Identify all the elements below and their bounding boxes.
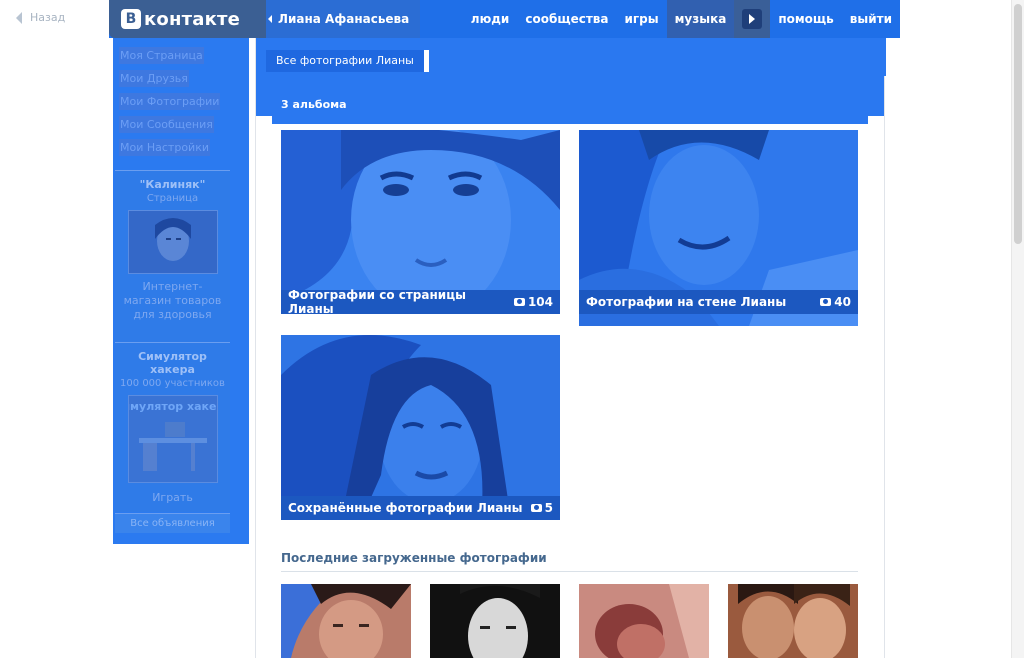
latest-photo[interactable]	[430, 584, 560, 658]
ad-title: Симулятор хакера	[138, 350, 207, 376]
camera-icon	[530, 504, 542, 512]
sidebar-item-settings[interactable]: Мои Настройки	[113, 136, 249, 159]
play-icon	[749, 14, 756, 24]
latest-photos-header: Последние загруженные фотографии	[281, 551, 858, 572]
sidebar-item-label: Мои Друзья	[119, 70, 189, 87]
camera-icon	[820, 298, 832, 306]
back-label: Назад	[30, 11, 66, 24]
sidebar-item-label: Мои Сообщения	[119, 116, 214, 133]
tabs-bar: Все фотографии Лианы	[256, 38, 886, 76]
ad-block-kalinyak[interactable]: "Калиняк" Страница Интернет-магазин това…	[115, 170, 230, 342]
nav-communities[interactable]: сообщества	[517, 0, 616, 38]
album-count: 104	[527, 295, 553, 309]
nav-games[interactable]: игры	[617, 0, 667, 38]
album-saved-photos[interactable]: Сохранённые фотографии Лианы 5	[281, 335, 560, 520]
sidebar-item-label: Мои Фотографии	[119, 93, 221, 110]
sidebar-item-friends[interactable]: Мои Друзья	[113, 67, 249, 90]
ad-title: "Калиняк"	[139, 178, 206, 191]
sidebar-item-messages[interactable]: Мои Сообщения	[113, 113, 249, 136]
album-count: 40	[834, 295, 851, 309]
camera-icon	[513, 298, 525, 306]
albums-header: 3 альбома	[256, 76, 884, 116]
owner-name: Лиана Афанасьева	[278, 12, 410, 26]
sidebar-menu: Моя Страница Мои Друзья Мои Фотографии М…	[113, 38, 249, 159]
album-title: Фотографии со страницы Лианы	[288, 288, 466, 314]
ad-image[interactable]	[127, 210, 218, 274]
album-count: 5	[544, 501, 553, 515]
vk-logo[interactable]: В контакте	[109, 0, 266, 38]
albums-header-underbar	[272, 116, 868, 124]
ad-action[interactable]: Играть	[115, 491, 230, 504]
album-cover	[281, 335, 560, 520]
album-caption: Фотографии со страницы Лианы 104	[281, 288, 560, 314]
album-title: Сохранённые фотографии Лианы	[288, 501, 523, 515]
album-cover	[281, 130, 560, 314]
owner-link[interactable]: Лиана Афанасьева	[266, 0, 421, 38]
owner-back-arrow-icon	[268, 15, 272, 23]
top-nav: люди сообщества игры музыка помощь выйти	[463, 0, 900, 38]
page-scrollbar[interactable]	[1011, 0, 1024, 658]
album-caption: Сохранённые фотографии Лианы 5	[281, 496, 560, 520]
album-profile-photos[interactable]: Фотографии со страницы Лианы 104	[281, 130, 560, 314]
sidebar-item-my-page[interactable]: Моя Страница	[113, 44, 249, 67]
ad-subtitle: Страница	[146, 193, 199, 204]
ad-subtitle: 100 000 участников	[120, 378, 225, 389]
scrollbar-thumb[interactable]	[1014, 4, 1022, 244]
back-arrow-icon	[16, 11, 22, 24]
latest-photo[interactable]	[281, 584, 411, 658]
vk-logo-icon: В	[121, 9, 141, 29]
left-sidebar: Моя Страница Мои Друзья Мои Фотографии М…	[113, 38, 249, 544]
nav-logout[interactable]: выйти	[842, 0, 900, 38]
back-link[interactable]: Назад	[16, 11, 65, 24]
latest-photo[interactable]	[728, 584, 858, 658]
tab-all-photos[interactable]: Все фотографии Лианы	[266, 50, 429, 72]
music-play-button[interactable]	[734, 0, 771, 38]
ad-block-hacker-sim[interactable]: Симулятор хакера 100 000 участников Симу…	[114, 342, 231, 512]
album-wall-photos[interactable]: Фотографии на стене Лианы 40	[579, 130, 858, 326]
latest-photo[interactable]	[579, 584, 709, 658]
ad-image-caption: Симулятор хакера	[129, 400, 217, 413]
nav-people[interactable]: люди	[463, 0, 518, 38]
nav-music[interactable]: музыка	[666, 0, 735, 38]
album-caption: Фотографии на стене Лианы 40	[579, 290, 858, 314]
sidebar-item-photos[interactable]: Мои Фотографии	[113, 90, 249, 113]
top-navigation-bar: В контакте Лиана Афанасьева люди сообщес…	[109, 0, 900, 38]
ad-description: Интернет-магазин товаров для здоровья	[123, 280, 222, 321]
sidebar-item-label: Моя Страница	[119, 47, 204, 64]
album-title: Фотографии на стене Лианы	[586, 295, 787, 309]
ad-image[interactable]: Симулятор хакера	[114, 395, 231, 483]
vk-logo-text: контакте	[144, 8, 241, 30]
main-content: Все фотографии Лианы 3 альбома Фотографи…	[255, 38, 886, 658]
nav-help[interactable]: помощь	[770, 0, 841, 38]
all-ads-link[interactable]: Все объявления	[115, 513, 230, 533]
sidebar-item-label: Мои Настройки	[119, 139, 210, 156]
